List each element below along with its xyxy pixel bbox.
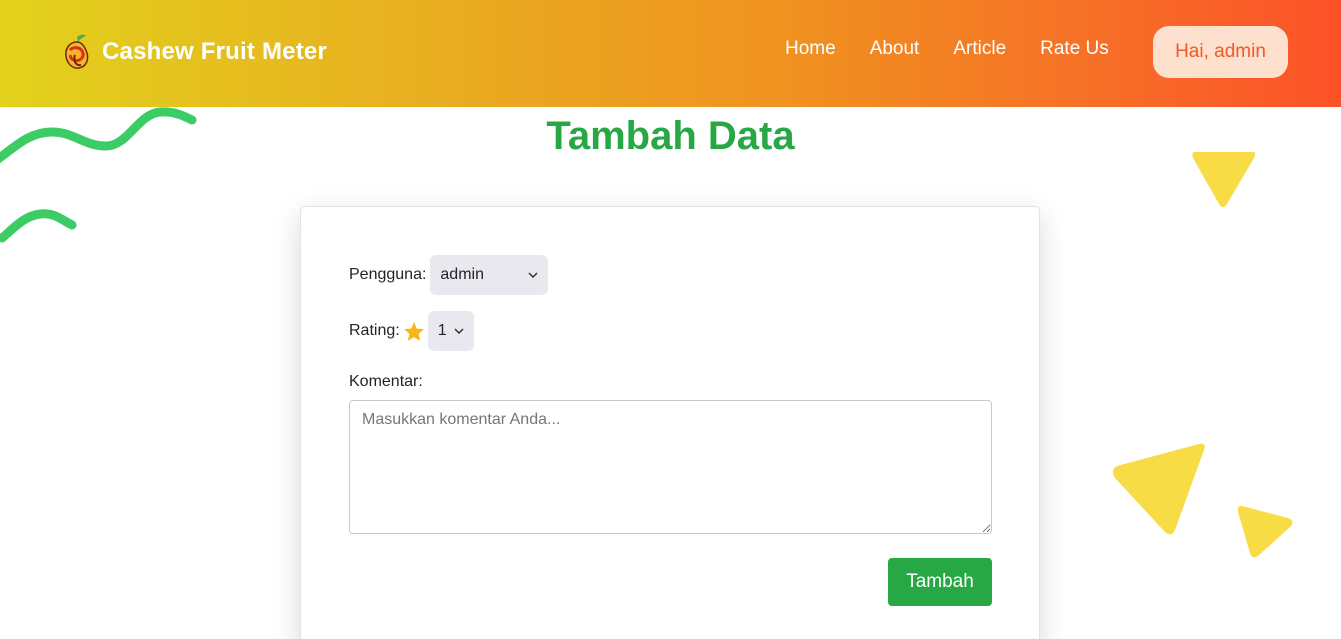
nav-links: Home About Article Rate Us (785, 38, 1143, 60)
rating-select[interactable]: 1 (427, 311, 474, 351)
user-select[interactable]: admin (430, 255, 549, 295)
user-menu-button[interactable]: Hai, admin (1153, 26, 1288, 78)
user-select-value: admin (440, 266, 484, 283)
star-icon (404, 321, 424, 341)
nav-link-rate-us[interactable]: Rate Us (1040, 38, 1109, 60)
rating-select-value: 1 (437, 322, 447, 339)
nav-link-about[interactable]: About (870, 38, 920, 60)
yellow-triangle-decoration-small (1237, 505, 1293, 558)
user-row: Pengguna: admin (349, 255, 549, 295)
comment-label: Komentar: (349, 373, 423, 390)
brand-name: Cashew Fruit Meter (102, 38, 327, 65)
chevron-down-icon (454, 328, 464, 334)
navbar: Cashew Fruit Meter Home About Article Ra… (0, 0, 1341, 107)
submit-button[interactable]: Tambah (888, 558, 992, 606)
page-title: Tambah Data (546, 114, 795, 158)
yellow-triangle-decoration-large (1112, 443, 1205, 535)
chevron-down-icon (528, 272, 538, 278)
brand[interactable]: Cashew Fruit Meter (62, 33, 327, 71)
rating-label: Rating: (349, 322, 400, 339)
form-card: Pengguna: admin Rating: 1 Komentar: Tamb… (300, 206, 1040, 639)
comment-textarea[interactable] (349, 400, 992, 534)
rating-row: Rating: 1 (349, 311, 474, 351)
nav-link-home[interactable]: Home (785, 38, 836, 60)
nav-link-article[interactable]: Article (953, 38, 1006, 60)
cashew-fruit-icon (62, 33, 92, 71)
user-label: Pengguna: (349, 266, 427, 283)
